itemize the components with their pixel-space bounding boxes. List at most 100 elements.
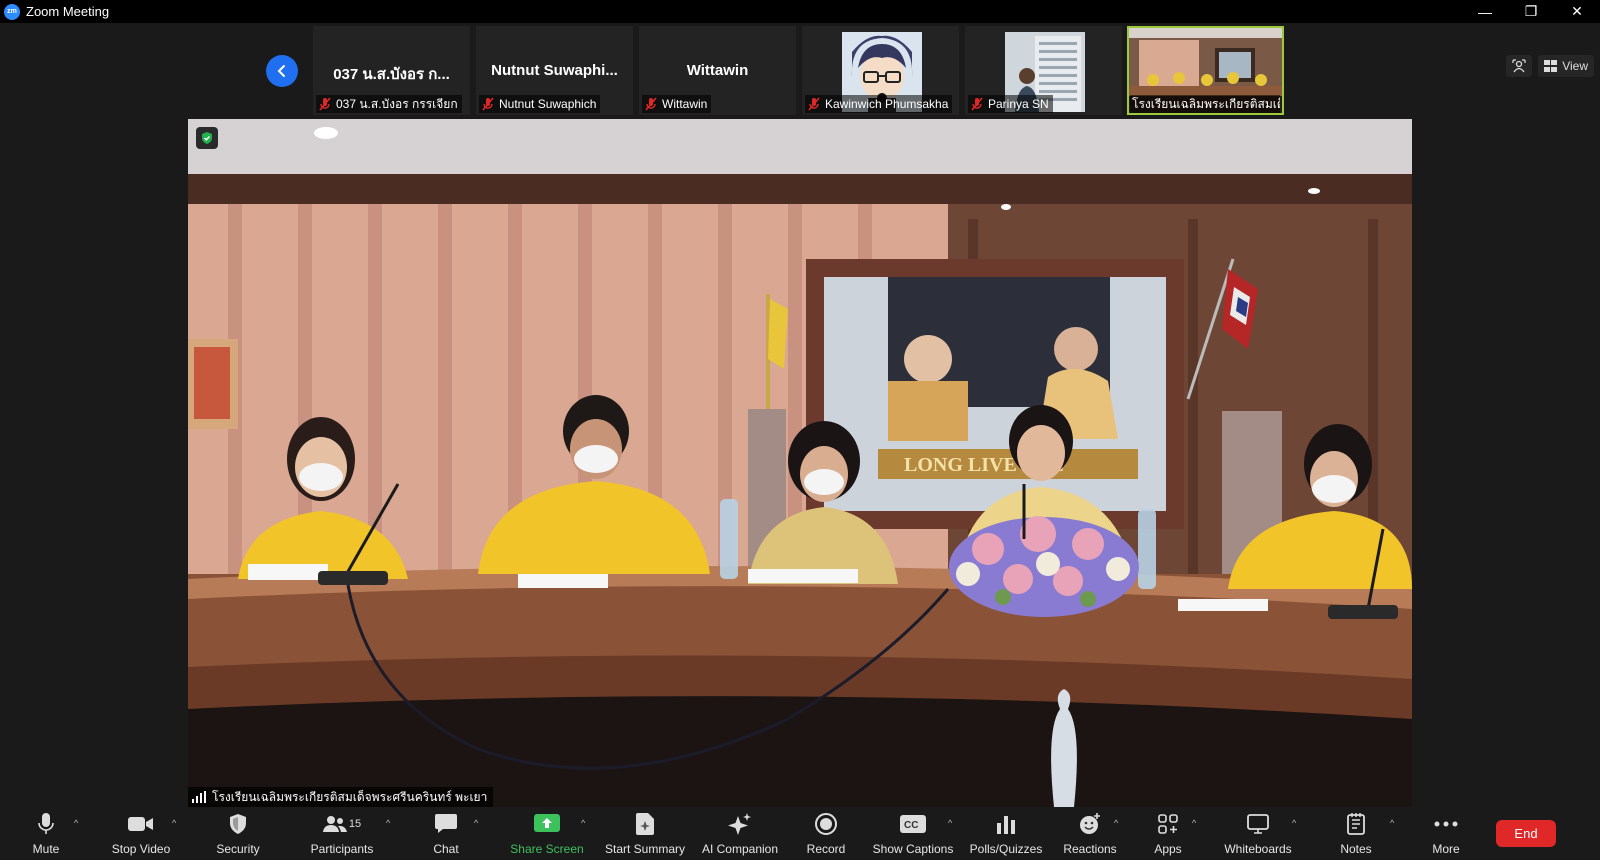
view-label: View	[1562, 59, 1588, 73]
reactions-label: Reactions	[1063, 842, 1117, 856]
window-controls: — ❐ ✕	[1462, 0, 1600, 23]
title-bar: zm Zoom Meeting — ❐ ✕	[0, 0, 1600, 23]
polls-quizzes-button[interactable]: Polls/Quizzes	[968, 812, 1044, 856]
minimize-button[interactable]: —	[1462, 0, 1508, 23]
record-button[interactable]: Record	[804, 812, 848, 856]
share-options-caret-icon[interactable]: ^	[581, 818, 585, 828]
whiteboard-icon	[1247, 814, 1269, 834]
start-summary-button[interactable]: Start Summary	[604, 812, 686, 856]
participant-name-label: โรงเรียนเฉลิมพระเกียรติสมเด็...	[1130, 95, 1280, 113]
captions-options-caret-icon[interactable]: ^	[948, 818, 952, 828]
window-title: Zoom Meeting	[26, 4, 110, 19]
show-captions-button[interactable]: CC Show Captions	[872, 812, 954, 856]
encryption-shield-icon	[196, 127, 218, 149]
apps-button[interactable]: Apps	[1148, 812, 1188, 856]
bar-chart-icon	[997, 816, 1015, 834]
top-right-tools: View	[1506, 55, 1600, 77]
more-label: More	[1432, 842, 1460, 856]
grid-view-icon	[1544, 60, 1558, 72]
ellipsis-more-icon	[1434, 821, 1458, 827]
mute-options-caret-icon[interactable]: ^	[74, 818, 78, 828]
chevron-left-icon	[277, 65, 285, 77]
close-button[interactable]: ✕	[1554, 0, 1600, 23]
ai-companion-label: AI Companion	[701, 842, 779, 856]
share-screen-label: Share Screen	[510, 842, 584, 856]
mic-muted-icon	[645, 97, 657, 111]
ai-companion-button[interactable]: AI Companion	[700, 812, 780, 856]
reactions-button[interactable]: Reactions	[1062, 812, 1118, 856]
participant-name-label: Wittawin	[642, 95, 712, 113]
notes-icon	[1347, 813, 1365, 835]
participant-name-label: Parinya SN	[968, 95, 1053, 113]
share-screen-icon	[534, 814, 560, 832]
participant-name-label: Kawinwich Phumsakha	[805, 95, 953, 113]
notes-button[interactable]: Notes	[1334, 812, 1378, 856]
stop-video-label: Stop Video	[111, 842, 171, 856]
ai-sparkle-icon	[728, 813, 751, 835]
apps-options-caret-icon[interactable]: ^	[1192, 818, 1196, 828]
smiley-reaction-icon	[1080, 813, 1100, 834]
video-options-caret-icon[interactable]: ^	[172, 818, 176, 828]
participant-thumb-6-active[interactable]: โรงเรียนเฉลิมพระเกียรติสมเด็...	[1127, 26, 1284, 115]
participant-thumb-5[interactable]: Parinya SN	[965, 26, 1122, 115]
record-icon	[815, 813, 837, 835]
meeting-room-video-frame: LONG LIVE THE	[188, 119, 1412, 807]
zoom-logo-icon: zm	[4, 3, 20, 20]
closed-captions-icon: CC	[900, 815, 926, 833]
whiteboards-button[interactable]: Whiteboards	[1222, 812, 1294, 856]
participant-display-name: Nutnut Suwaphi...	[491, 62, 618, 79]
participant-thumb-3[interactable]: Wittawin Wittawin	[639, 26, 796, 115]
mic-muted-icon	[319, 97, 331, 111]
notes-options-caret-icon[interactable]: ^	[1390, 818, 1394, 828]
participant-strip: 037 น.ส.บังอร ก... 037 น.ส.บังอร กรรเจีย…	[0, 23, 1600, 118]
meeting-toolbar: Mute ^ Stop Video ^ Security 15 Particip…	[0, 808, 1600, 860]
security-button[interactable]: Security	[210, 812, 266, 856]
whiteboards-label: Whiteboards	[1224, 842, 1292, 856]
apps-label: Apps	[1154, 842, 1182, 856]
participant-label-text: Wittawin	[662, 97, 708, 111]
active-speaker-name-label: โรงเรียนเฉลิมพระเกียรติสมเด็จพระศรีนคริน…	[188, 787, 494, 807]
summary-document-icon	[636, 813, 654, 835]
participant-thumb-2[interactable]: Nutnut Suwaphi... Nutnut Suwaphich	[476, 26, 633, 115]
mic-muted-icon	[808, 97, 820, 111]
participants-label: Participants	[310, 842, 374, 856]
more-button[interactable]: More	[1424, 812, 1468, 856]
reactions-options-caret-icon[interactable]: ^	[1114, 818, 1118, 828]
active-speaker-video: LONG LIVE THE	[188, 119, 1412, 807]
mute-button[interactable]: Mute	[26, 812, 66, 856]
mic-muted-icon	[971, 97, 983, 111]
polls-label: Polls/Quizzes	[969, 842, 1043, 856]
person-frame-icon	[1512, 59, 1526, 73]
stop-video-button[interactable]: Stop Video	[106, 812, 176, 856]
immersive-view-button[interactable]	[1506, 55, 1533, 77]
chat-bubble-icon	[435, 814, 457, 833]
participant-name-label: Nutnut Suwaphich	[479, 95, 601, 113]
record-label: Record	[806, 842, 846, 856]
participant-display-name: 037 น.ส.บังอร ก...	[333, 66, 450, 83]
share-screen-button[interactable]: Share Screen	[509, 812, 585, 856]
view-button[interactable]: View	[1538, 55, 1594, 77]
whiteboards-options-caret-icon[interactable]: ^	[1292, 818, 1296, 828]
participants-icon	[322, 816, 347, 832]
participant-label-text: Kawinwich Phumsakha	[825, 97, 949, 111]
apps-grid-icon	[1158, 814, 1178, 834]
participant-thumb-1[interactable]: 037 น.ส.บังอร ก... 037 น.ส.บังอร กรรเจีย…	[313, 26, 470, 115]
chat-label: Chat	[433, 842, 459, 856]
chat-options-caret-icon[interactable]: ^	[474, 818, 478, 828]
security-label: Security	[216, 842, 260, 856]
participants-button[interactable]: 15 Participants	[306, 812, 378, 856]
security-shield-icon	[230, 814, 246, 834]
start-summary-label: Start Summary	[604, 842, 685, 856]
mute-label: Mute	[32, 842, 60, 856]
mic-muted-icon	[482, 97, 494, 111]
participants-count: 15	[348, 818, 362, 830]
participant-thumb-4[interactable]: Kawinwich Phumsakha	[802, 26, 959, 115]
restore-button[interactable]: ❐	[1508, 0, 1554, 23]
participants-options-caret-icon[interactable]: ^	[386, 818, 390, 828]
previous-page-button[interactable]	[266, 55, 298, 87]
participant-label-text: 037 น.ส.บังอร กรรเจียก	[336, 96, 458, 111]
participant-display-name: Wittawin	[686, 62, 749, 79]
chat-button[interactable]: Chat	[426, 812, 466, 856]
end-meeting-button[interactable]: End	[1496, 820, 1556, 847]
participant-label-text: Parinya SN	[988, 97, 1049, 111]
